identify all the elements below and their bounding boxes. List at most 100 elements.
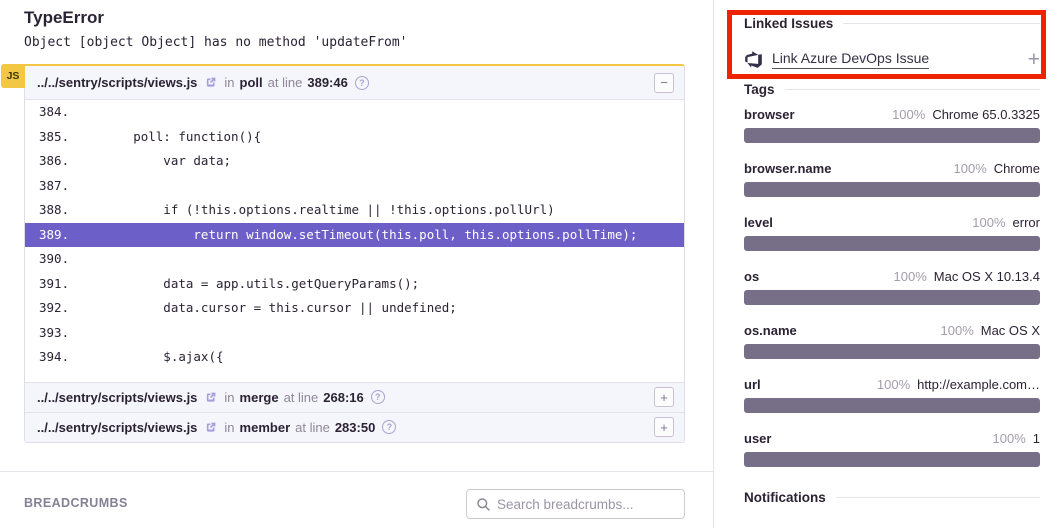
external-link-icon[interactable]	[204, 421, 217, 434]
tag-value: Mac OS X 10.13.4	[934, 269, 1040, 284]
frame-in-label: in	[224, 420, 234, 435]
frame-function: member	[240, 420, 291, 435]
frame-function: poll	[240, 75, 263, 90]
notifications-heading-text: Notifications	[744, 490, 826, 505]
collapse-frame-button[interactable]: −	[654, 73, 674, 93]
js-platform-badge: JS	[1, 64, 25, 88]
tag-key: os	[744, 269, 759, 284]
heading-rule	[836, 497, 1040, 498]
code-line: 392. data.cursor = this.cursor || undefi…	[25, 296, 684, 321]
linked-issues-heading-text: Linked Issues	[744, 16, 833, 31]
code-line: 393.	[25, 321, 684, 346]
code-line-source: var data;	[73, 149, 231, 174]
tag-head: os 100% Mac OS X 10.13.4	[744, 269, 1040, 284]
notifications-heading: Notifications	[744, 490, 1040, 505]
code-line-source: $.ajax({	[73, 345, 224, 370]
code-line-number: 394.	[25, 345, 73, 370]
code-line-number: 384.	[25, 100, 73, 125]
frame-filename[interactable]: ../../sentry/scripts/views.js	[37, 420, 197, 435]
tag-row: user 100% 1	[744, 431, 1040, 467]
stack-frame-header-poll[interactable]: ../../sentry/scripts/views.js in poll at…	[25, 66, 684, 100]
stack-trace-panel: JS ../../sentry/scripts/views.js in poll…	[24, 64, 685, 443]
code-line: 390.	[25, 247, 684, 272]
tag-value: http://example.com…	[917, 377, 1040, 392]
tag-row: level 100% error	[744, 215, 1040, 251]
tag-key: url	[744, 377, 761, 392]
expand-frame-button[interactable]: +	[654, 417, 674, 437]
help-icon[interactable]: ?	[382, 420, 396, 434]
frame-filename[interactable]: ../../sentry/scripts/views.js	[37, 390, 197, 405]
tag-progress-bar	[744, 236, 1040, 251]
tag-value: Chrome 65.0.3325	[932, 107, 1040, 122]
frame-function: merge	[240, 390, 279, 405]
tag-percent: 100%	[972, 215, 1005, 230]
tag-row: os 100% Mac OS X 10.13.4	[744, 269, 1040, 305]
code-line-source: if (!this.options.realtime || !this.opti…	[73, 198, 555, 223]
tag-value: error	[1013, 215, 1040, 230]
tag-row: browser.name 100% Chrome	[744, 161, 1040, 197]
expand-frame-button[interactable]: +	[654, 387, 674, 407]
code-line: 385. poll: function(){	[25, 125, 684, 150]
code-line: 386. var data;	[25, 149, 684, 174]
tags-list: browser 100% Chrome 65.0.3325 browser.na…	[744, 107, 1040, 485]
frame-atline-label: at line	[268, 75, 303, 90]
tag-key: os.name	[744, 323, 797, 338]
tag-percent: 100%	[877, 377, 910, 392]
azure-devops-icon	[744, 50, 763, 69]
frame-atline-label: at line	[295, 420, 330, 435]
code-line-number: 391.	[25, 272, 73, 297]
tag-key: browser	[744, 107, 795, 122]
tag-row: url 100% http://example.com…	[744, 377, 1040, 413]
tag-key: user	[744, 431, 771, 446]
code-line-number: 385.	[25, 125, 73, 150]
tag-value: Chrome	[994, 161, 1040, 176]
tag-progress-bar	[744, 344, 1040, 359]
frame-line-number: 389:46	[307, 75, 347, 90]
code-line-number: 392.	[25, 296, 73, 321]
code-line-source: return window.setTimeout(this.poll, this…	[73, 223, 637, 248]
tag-head: user 100% 1	[744, 431, 1040, 446]
stack-frame-header-merge[interactable]: ../../sentry/scripts/views.js in merge a…	[25, 382, 684, 412]
tag-row: os.name 100% Mac OS X	[744, 323, 1040, 359]
tag-head: level 100% error	[744, 215, 1040, 230]
breadcrumbs-search[interactable]	[466, 489, 685, 519]
help-icon[interactable]: ?	[355, 76, 369, 90]
tag-progress-bar	[744, 398, 1040, 413]
tag-progress-bar	[744, 182, 1040, 197]
frame-line-number: 268:16	[323, 390, 363, 405]
frame-atline-label: at line	[284, 390, 319, 405]
tag-head: os.name 100% Mac OS X	[744, 323, 1040, 338]
code-line-number: 386.	[25, 149, 73, 174]
stack-frame-header-member[interactable]: ../../sentry/scripts/views.js in member …	[25, 412, 684, 442]
code-line: 389. return window.setTimeout(this.poll,…	[25, 223, 684, 248]
tag-head: browser 100% Chrome 65.0.3325	[744, 107, 1040, 122]
external-link-icon[interactable]	[204, 76, 217, 89]
sidebar-divider	[713, 0, 714, 528]
frame-filename[interactable]: ../../sentry/scripts/views.js	[37, 75, 197, 90]
heading-rule	[785, 89, 1040, 90]
heading-rule	[843, 23, 1040, 24]
code-line: 387.	[25, 174, 684, 199]
tag-percent: 100%	[941, 323, 974, 338]
code-line-number: 389.	[25, 223, 73, 248]
search-input[interactable]	[497, 497, 675, 512]
linked-issue-row: Link Azure DevOps Issue +	[744, 46, 1040, 72]
source-context: 384. 385. poll: function(){ 386. var dat…	[25, 100, 684, 382]
code-line: 391. data = app.utils.getQueryParams();	[25, 272, 684, 297]
code-line-source: poll: function(){	[73, 125, 261, 150]
tag-head: browser.name 100% Chrome	[744, 161, 1040, 176]
tag-percent: 100%	[892, 107, 925, 122]
code-line: 394. $.ajax({	[25, 345, 684, 370]
link-azure-devops-issue-link[interactable]: Link Azure DevOps Issue	[772, 50, 929, 69]
page-title: TypeError	[24, 8, 104, 28]
tag-key: level	[744, 215, 773, 230]
tag-value: Mac OS X	[981, 323, 1040, 338]
code-line-number: 393.	[25, 321, 73, 346]
breadcrumbs-heading: BREADCRUMBS	[24, 496, 128, 510]
tags-heading: Tags	[744, 82, 1040, 97]
external-link-icon[interactable]	[204, 391, 217, 404]
help-icon[interactable]: ?	[371, 390, 385, 404]
add-linked-issue-button[interactable]: +	[1028, 49, 1040, 70]
code-line: 384.	[25, 100, 684, 125]
tag-percent: 100%	[954, 161, 987, 176]
